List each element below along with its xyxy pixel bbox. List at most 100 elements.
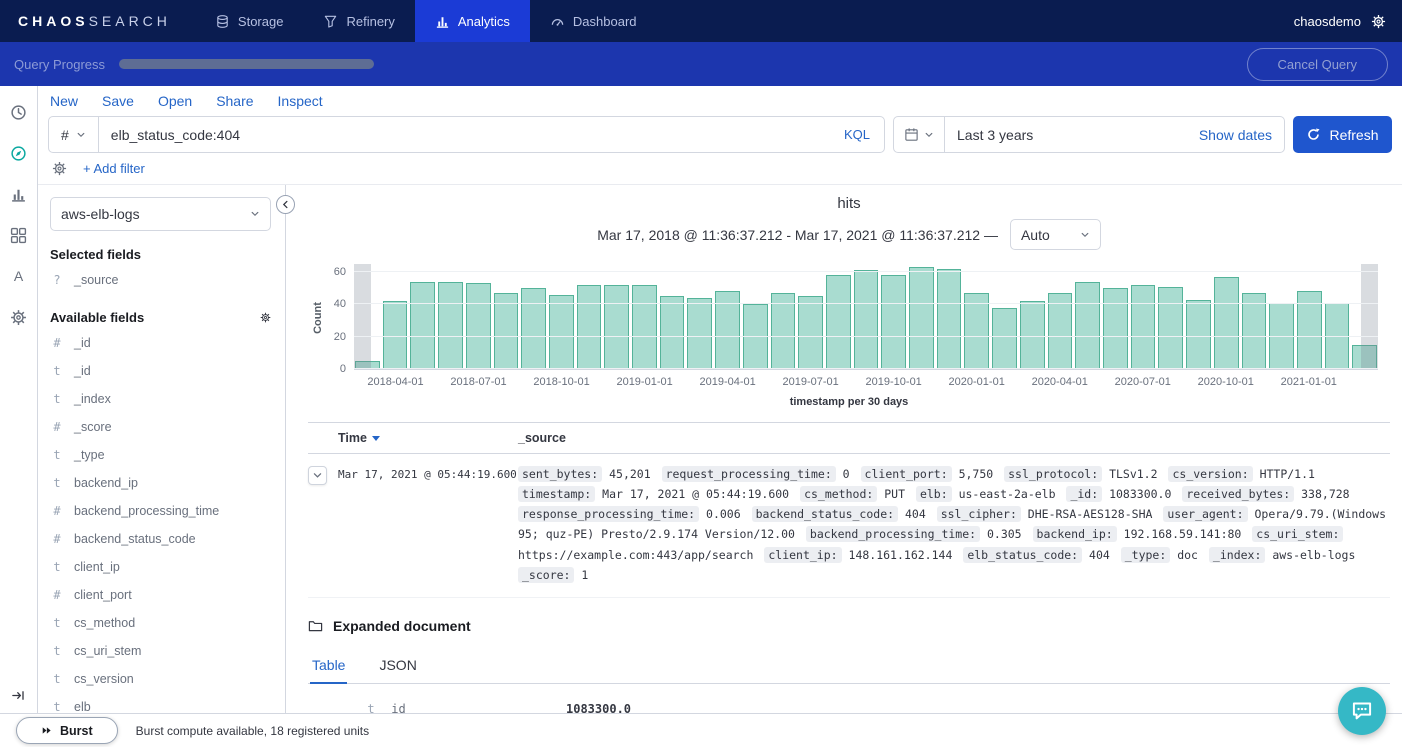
rail-collapse-button[interactable] bbox=[0, 688, 37, 703]
histogram-bar[interactable] bbox=[1214, 277, 1239, 369]
field-item-cs_version[interactable]: tcs_version bbox=[50, 665, 271, 693]
field-item-_score[interactable]: #_score bbox=[50, 413, 271, 441]
histogram-bar[interactable] bbox=[1186, 300, 1211, 369]
nav-tab-refinery[interactable]: Refinery bbox=[303, 0, 414, 42]
chat-widget-button[interactable] bbox=[1338, 687, 1386, 735]
rail-item-recently-viewed[interactable] bbox=[7, 100, 31, 124]
nav-tab-dashboard[interactable]: Dashboard bbox=[530, 0, 657, 42]
histogram-bar[interactable] bbox=[854, 270, 879, 369]
field-settings-gear-icon[interactable] bbox=[260, 312, 271, 323]
histogram-bar[interactable] bbox=[1242, 293, 1267, 369]
brush-handle-right[interactable] bbox=[1361, 264, 1378, 369]
toolbar-link-share[interactable]: Share bbox=[216, 93, 253, 109]
cancel-query-button[interactable]: Cancel Query bbox=[1247, 48, 1388, 81]
histogram-bar[interactable] bbox=[937, 269, 962, 369]
refresh-button[interactable]: Refresh bbox=[1293, 116, 1392, 153]
time-column-header[interactable]: Time bbox=[338, 431, 518, 445]
gridline bbox=[354, 368, 1378, 369]
brush-handle-left[interactable] bbox=[354, 264, 371, 369]
histogram-bar[interactable] bbox=[1075, 282, 1100, 369]
field-item-client_ip[interactable]: tclient_ip bbox=[50, 553, 271, 581]
field-item-_id[interactable]: #_id bbox=[50, 329, 271, 357]
field-item-_source[interactable]: ?_source bbox=[50, 266, 271, 294]
rail-item-management[interactable] bbox=[7, 305, 31, 329]
calendar-dropdown[interactable] bbox=[894, 117, 945, 152]
rail-item-visualize[interactable] bbox=[7, 182, 31, 206]
field-item-_index[interactable]: t_index bbox=[50, 385, 271, 413]
chevron-down-icon bbox=[312, 470, 323, 481]
expand-row-button[interactable] bbox=[308, 466, 327, 485]
histogram-bar[interactable] bbox=[798, 296, 823, 369]
histogram-bar[interactable] bbox=[466, 283, 491, 369]
rail-item-dashboard[interactable] bbox=[7, 223, 31, 247]
chaossearch-logo[interactable]: CHAOSSEARCH bbox=[0, 0, 195, 42]
show-dates-link[interactable]: Show dates bbox=[1187, 127, 1284, 143]
histogram-bar[interactable] bbox=[632, 285, 657, 369]
field-item-cs_method[interactable]: tcs_method bbox=[50, 609, 271, 637]
field-item-backend_status_code[interactable]: #backend_status_code bbox=[50, 525, 271, 553]
histogram-bar[interactable] bbox=[438, 282, 463, 369]
burst-button[interactable]: Burst bbox=[16, 717, 118, 744]
histogram-bar[interactable] bbox=[1048, 293, 1073, 369]
field-type-badge: t bbox=[52, 644, 62, 658]
time-range-value[interactable]: Last 3 years bbox=[945, 127, 1187, 143]
field-item-client_port[interactable]: #client_port bbox=[50, 581, 271, 609]
icon-rail: A bbox=[0, 86, 38, 713]
histogram-bar[interactable] bbox=[604, 285, 629, 369]
histogram-bar[interactable] bbox=[660, 296, 685, 369]
toolbar-link-new[interactable]: New bbox=[50, 93, 78, 109]
histogram-bar[interactable] bbox=[1158, 287, 1183, 369]
selected-fields-header: Selected fields bbox=[50, 247, 271, 262]
histogram-bar[interactable] bbox=[577, 285, 602, 369]
user-name[interactable]: chaosdemo bbox=[1294, 14, 1361, 29]
field-item-_type[interactable]: t_type bbox=[50, 441, 271, 469]
toolbar-link-save[interactable]: Save bbox=[102, 93, 134, 109]
interval-select[interactable]: Auto bbox=[1010, 219, 1101, 250]
source-field-backend_status_code: backend_status_code: 404 bbox=[752, 507, 926, 521]
settings-gear-icon[interactable] bbox=[1371, 14, 1386, 29]
query-prefix-dropdown[interactable]: # bbox=[49, 117, 99, 152]
source-field-key: elb: bbox=[916, 486, 952, 502]
nav-tab-storage[interactable]: Storage bbox=[195, 0, 304, 42]
field-item-elb[interactable]: telb bbox=[50, 693, 271, 713]
index-pattern-value: aws-elb-logs bbox=[61, 206, 140, 222]
field-name: _source bbox=[74, 273, 118, 287]
toolbar-link-open[interactable]: Open bbox=[158, 93, 192, 109]
y-tick-label: 40 bbox=[314, 298, 346, 310]
filter-settings-gear-icon[interactable] bbox=[52, 161, 67, 176]
histogram-bar[interactable] bbox=[881, 275, 906, 369]
histogram-bar[interactable] bbox=[909, 267, 934, 369]
rail-item-app-a[interactable]: A bbox=[7, 264, 31, 288]
sort-descending-icon bbox=[372, 436, 380, 441]
index-pattern-select[interactable]: aws-elb-logs bbox=[50, 197, 271, 231]
search-input[interactable] bbox=[99, 127, 830, 143]
histogram-bar[interactable] bbox=[964, 293, 989, 369]
field-item-cs_uri_stem[interactable]: tcs_uri_stem bbox=[50, 637, 271, 665]
field-item-backend_processing_time[interactable]: #backend_processing_time bbox=[50, 497, 271, 525]
nav-tab-analytics[interactable]: Analytics bbox=[415, 0, 530, 42]
histogram-bar[interactable] bbox=[992, 308, 1017, 369]
histogram-bar[interactable] bbox=[1103, 288, 1128, 369]
histogram-bar[interactable] bbox=[771, 293, 796, 369]
field-item-_id[interactable]: t_id bbox=[50, 357, 271, 385]
source-column-header: _source bbox=[518, 431, 1390, 445]
histogram-bar[interactable] bbox=[521, 288, 546, 369]
histogram-bar[interactable] bbox=[410, 282, 435, 369]
histogram-bar[interactable] bbox=[549, 295, 574, 369]
collapse-field-panel-button[interactable] bbox=[276, 195, 295, 214]
available-fields-list: #_idt_idt_index#_scoret_typetbackend_ip#… bbox=[50, 329, 271, 713]
chevron-left-icon bbox=[280, 199, 291, 210]
expanded-tab-table[interactable]: Table bbox=[310, 648, 347, 684]
expanded-tab-json[interactable]: JSON bbox=[377, 648, 418, 683]
histogram-bar[interactable] bbox=[1131, 285, 1156, 369]
toolbar-link-inspect[interactable]: Inspect bbox=[278, 93, 323, 109]
field-name: backend_processing_time bbox=[74, 504, 219, 518]
histogram-bar[interactable] bbox=[826, 275, 851, 369]
field-name: client_ip bbox=[74, 560, 120, 574]
field-item-backend_ip[interactable]: tbackend_ip bbox=[50, 469, 271, 497]
kql-language-button[interactable]: KQL bbox=[830, 127, 884, 142]
histogram-bar[interactable] bbox=[494, 293, 519, 369]
histogram-bar[interactable] bbox=[687, 298, 712, 369]
rail-item-discover[interactable] bbox=[7, 141, 31, 165]
add-filter-link[interactable]: + Add filter bbox=[83, 161, 145, 176]
